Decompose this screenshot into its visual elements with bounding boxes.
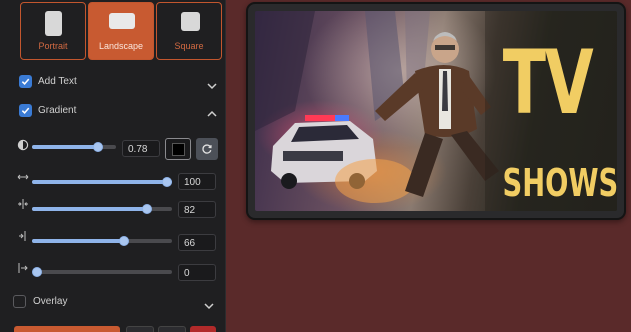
checkmark-icon	[21, 78, 30, 85]
opacity-slider[interactable]	[32, 142, 116, 152]
thumbnail-preview: TV SHOWS	[246, 2, 626, 220]
delete-button[interactable]	[190, 326, 216, 332]
settings-panel: Portrait Landscape Square Add Text Gradi…	[0, 0, 226, 332]
opacity-icon	[17, 139, 29, 151]
overlay-label: Overlay	[33, 296, 68, 307]
align-left-arrow-icon	[18, 263, 28, 273]
gradient-label: Gradient	[38, 105, 77, 116]
add-text-label: Add Text	[38, 76, 77, 87]
portrait-shape-icon	[45, 11, 62, 36]
refresh-icon	[202, 144, 212, 154]
offset-slider-fill	[32, 239, 124, 243]
preview-image: TV SHOWS	[255, 11, 617, 211]
checkmark-icon	[21, 107, 30, 114]
width-value-input[interactable]: 100	[178, 173, 216, 190]
opacity-value-input[interactable]: 0.78	[122, 140, 160, 157]
opacity-slider-fill	[32, 145, 98, 149]
chevron-down-icon[interactable]	[206, 80, 218, 92]
start-slider-knob[interactable]	[32, 267, 42, 277]
offset-left-icon	[19, 231, 26, 241]
start-slider[interactable]	[32, 267, 172, 277]
midpoint-slider[interactable]	[32, 204, 172, 214]
start-value-input[interactable]: 0	[178, 264, 216, 281]
horizontal-arrows-icon	[17, 174, 29, 180]
secondary-action-button[interactable]	[158, 326, 186, 332]
gradient-color-fill	[171, 142, 185, 156]
orientation-portrait-label: Portrait	[38, 41, 68, 51]
midpoint-value-input[interactable]: 82	[178, 201, 216, 218]
secondary-action-button[interactable]	[126, 326, 154, 332]
primary-action-button[interactable]	[14, 326, 120, 332]
width-slider[interactable]	[32, 177, 172, 187]
midpoint-slider-knob[interactable]	[142, 204, 152, 214]
preview-title: TV	[502, 31, 594, 134]
midpoint-slider-fill	[32, 207, 147, 211]
gradient-color-swatch[interactable]	[165, 138, 191, 160]
overlay-checkbox[interactable]	[13, 295, 26, 308]
reset-button[interactable]	[196, 138, 218, 160]
split-center-icon	[18, 199, 28, 209]
gradient-checkbox[interactable]	[19, 104, 32, 117]
orientation-portrait-button[interactable]: Portrait	[20, 2, 86, 60]
offset-slider[interactable]	[32, 236, 172, 246]
chevron-down-icon[interactable]	[203, 300, 215, 312]
add-text-checkbox[interactable]	[19, 75, 32, 88]
chevron-up-icon[interactable]	[206, 108, 218, 120]
orientation-square-label: Square	[174, 41, 204, 51]
width-slider-fill	[32, 180, 172, 184]
offset-value-input[interactable]: 66	[178, 234, 216, 251]
square-shape-icon	[181, 12, 200, 31]
orientation-landscape-label: Landscape	[98, 41, 144, 51]
width-slider-knob[interactable]	[162, 177, 172, 187]
orientation-square-button[interactable]: Square	[156, 2, 222, 60]
opacity-slider-knob[interactable]	[93, 142, 103, 152]
preview-subtitle: SHOWS	[502, 161, 618, 205]
offset-slider-knob[interactable]	[119, 236, 129, 246]
landscape-shape-icon	[109, 13, 135, 29]
orientation-landscape-button[interactable]: Landscape	[88, 2, 154, 60]
